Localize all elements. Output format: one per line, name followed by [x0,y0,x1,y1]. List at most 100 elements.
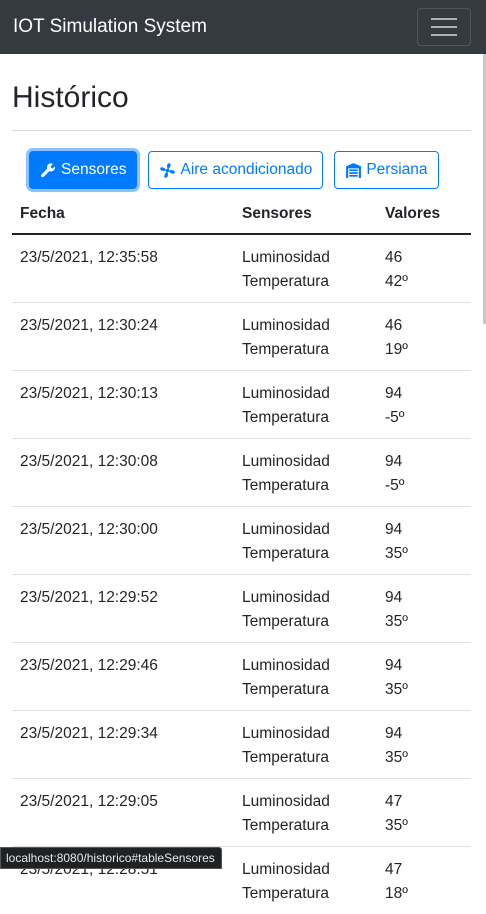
cell-fecha: 23/5/2021, 12:30:13 [12,371,234,439]
sensor-name: Luminosidad [242,722,369,746]
cell-valores: 94-5º [377,439,471,507]
sensor-name: Temperatura [242,406,369,430]
sensor-value: 46 [385,314,463,338]
tab-label: Persiana [366,161,427,179]
cell-fecha: 23/5/2021, 12:30:00 [12,507,234,575]
column-header-valores: Valores [377,201,471,234]
cell-valores: 4642º [377,234,471,303]
garage-icon [345,162,362,179]
cell-sensores: LuminosidadTemperatura [234,643,377,711]
cell-fecha: 23/5/2021, 12:29:05 [12,779,234,847]
cell-sensores: LuminosidadTemperatura [234,575,377,643]
sensor-value: 94 [385,722,463,746]
navbar-brand[interactable]: IOT Simulation System [13,16,207,38]
sensor-name: Temperatura [242,474,369,498]
sensor-value: -5º [385,406,463,430]
tab-persiana-button[interactable]: Persiana [334,151,438,189]
sensor-value: 94 [385,586,463,610]
sensor-value: 35º [385,678,463,702]
fan-icon [159,162,176,179]
cell-valores: 9435º [377,575,471,643]
sensor-value: 35º [385,814,463,838]
table-header-row: Fecha Sensores Valores [12,201,471,234]
table-body: 23/5/2021, 12:35:58LuminosidadTemperatur… [12,234,471,914]
cell-sensores: LuminosidadTemperatura [234,234,377,303]
sensor-name: Temperatura [242,610,369,634]
column-header-sensores: Sensores [234,201,377,234]
sensor-name: Temperatura [242,814,369,838]
sensor-name: Temperatura [242,338,369,362]
cell-sensores: LuminosidadTemperatura [234,439,377,507]
sensor-value: 47 [385,858,463,882]
sensor-value: 94 [385,450,463,474]
sensor-name: Luminosidad [242,382,369,406]
sensor-name: Luminosidad [242,246,369,270]
sensor-name: Luminosidad [242,518,369,542]
sensor-value: 35º [385,610,463,634]
cell-valores: 4735º [377,779,471,847]
cell-sensores: LuminosidadTemperatura [234,711,377,779]
tab-aire-acondicionado-button[interactable]: Aire acondicionado [148,151,323,189]
sensor-value: 94 [385,654,463,678]
cell-valores: 4619º [377,303,471,371]
tab-label: Sensores [61,161,126,179]
sensor-value: 35º [385,542,463,566]
sensor-name: Temperatura [242,542,369,566]
cell-fecha: 23/5/2021, 12:29:34 [12,711,234,779]
cell-valores: 94-5º [377,371,471,439]
sensor-name: Temperatura [242,270,369,294]
page-title: Histórico [12,80,471,116]
history-table: Fecha Sensores Valores 23/5/2021, 12:35:… [12,201,471,914]
navbar: IOT Simulation System [0,0,486,54]
divider [12,130,471,131]
main-container: Histórico Sensores Aire acondicionado Pe… [0,80,486,914]
sensor-value: -5º [385,474,463,498]
cell-sensores: LuminosidadTemperatura [234,507,377,575]
sensor-name: Luminosidad [242,858,369,882]
table-row: 23/5/2021, 12:29:34LuminosidadTemperatur… [12,711,471,779]
table-row: 23/5/2021, 12:29:05LuminosidadTemperatur… [12,779,471,847]
table-row: 23/5/2021, 12:35:58LuminosidadTemperatur… [12,234,471,303]
table-row: 23/5/2021, 12:30:13LuminosidadTemperatur… [12,371,471,439]
cell-valores: 9435º [377,711,471,779]
sensor-value: 94 [385,518,463,542]
sensor-name: Luminosidad [242,586,369,610]
sensor-value: 42º [385,270,463,294]
tab-label: Aire acondicionado [180,161,312,179]
sensor-name: Luminosidad [242,790,369,814]
sensor-name: Luminosidad [242,450,369,474]
sensor-value: 46 [385,246,463,270]
tab-sensores-button[interactable]: Sensores [29,151,137,189]
wrench-icon [40,162,57,179]
sensor-value: 19º [385,338,463,362]
cell-sensores: LuminosidadTemperatura [234,779,377,847]
cell-fecha: 23/5/2021, 12:29:46 [12,643,234,711]
cell-fecha: 23/5/2021, 12:30:24 [12,303,234,371]
table-row: 23/5/2021, 12:29:46LuminosidadTemperatur… [12,643,471,711]
sensor-name: Luminosidad [242,314,369,338]
cell-valores: 4718º [377,847,471,914]
sensor-name: Temperatura [242,678,369,702]
sensor-value: 35º [385,746,463,770]
cell-sensores: LuminosidadTemperatura [234,371,377,439]
sensor-value: 18º [385,882,463,906]
tab-buttons: Sensores Aire acondicionado Persiana [12,151,471,189]
sensor-name: Luminosidad [242,654,369,678]
cell-fecha: 23/5/2021, 12:30:08 [12,439,234,507]
table-row: 23/5/2021, 12:30:00LuminosidadTemperatur… [12,507,471,575]
hamburger-icon [431,18,457,20]
cell-sensores: LuminosidadTemperatura [234,303,377,371]
cell-valores: 9435º [377,643,471,711]
cell-fecha: 23/5/2021, 12:35:58 [12,234,234,303]
sensor-name: Temperatura [242,882,369,906]
table-row: 23/5/2021, 12:30:08LuminosidadTemperatur… [12,439,471,507]
cell-sensores: LuminosidadTemperatura [234,847,377,914]
cell-valores: 9435º [377,507,471,575]
table-row: 23/5/2021, 12:29:52LuminosidadTemperatur… [12,575,471,643]
cell-fecha: 23/5/2021, 12:29:52 [12,575,234,643]
menu-toggle-button[interactable] [417,8,471,46]
sensor-name: Temperatura [242,746,369,770]
sensor-value: 94 [385,382,463,406]
column-header-fecha: Fecha [12,201,234,234]
sensor-value: 47 [385,790,463,814]
